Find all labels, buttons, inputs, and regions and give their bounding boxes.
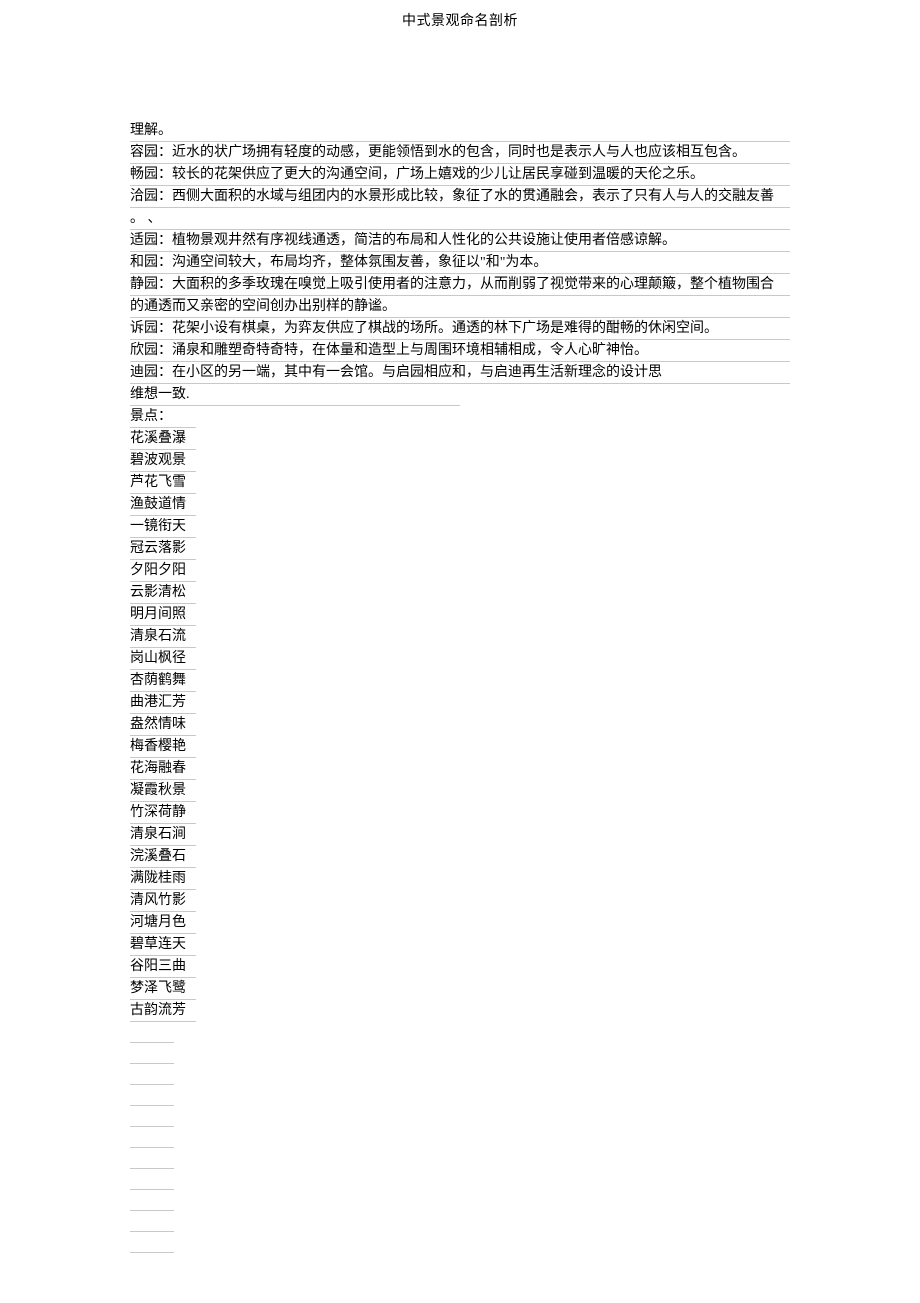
content-area: 理解。容园：近水的状广场拥有轻度的动感，更能领悟到水的包含，同时也是表示人与人也… — [0, 30, 920, 1253]
scenic-item: 清泉石涧 — [130, 824, 196, 846]
empty-line — [130, 1211, 174, 1232]
scenic-item: 盎然情味 — [130, 714, 196, 736]
scenic-item: 谷阳三曲 — [130, 956, 196, 978]
scenic-item: 明月间照 — [130, 604, 196, 626]
scenic-item: 满陇桂雨 — [130, 868, 196, 890]
scenic-item: 曲港汇芳 — [130, 692, 196, 714]
scenic-item: 碧波观景 — [130, 450, 196, 472]
scenic-item: 岗山枫径 — [130, 648, 196, 670]
scenic-item: 清泉石流 — [130, 626, 196, 648]
scenic-item: 梅香樱艳 — [130, 736, 196, 758]
paragraph-line: 适园：植物景观井然有序视线通透，简洁的布局和人性化的公共设施让使用者倍感谅解。 — [130, 230, 790, 252]
scenic-label: 景点： — [130, 406, 196, 428]
paragraph-line: 的通透而又亲密的空间创办出别样的静谧。 — [130, 296, 790, 318]
empty-line — [130, 1127, 174, 1148]
scenic-item: 梦泽飞鹭 — [130, 978, 196, 1000]
scenic-block: 景点：花溪叠瀑碧波观景芦花飞雪渔鼓道情一镜衔天冠云落影夕阳夕阳云影清松明月间照清… — [130, 406, 790, 1022]
empty-line — [130, 1232, 174, 1253]
paragraph-line: 静园：大面积的多季玫瑰在嗅觉上吸引使用者的注意力，从而削弱了视觉带来的心理颠簸，… — [130, 274, 790, 296]
empty-line — [130, 1022, 174, 1043]
paragraph-line: 洽园：西侧大面积的水域与组团内的水景形成比较，象征了水的贯通融会，表示了只有人与… — [130, 186, 790, 208]
scenic-item: 云影清松 — [130, 582, 196, 604]
paragraph-tail: 维想一致. — [130, 384, 460, 406]
empty-line — [130, 1085, 174, 1106]
empty-line — [130, 1190, 174, 1211]
scenic-item: 杏荫鹤舞 — [130, 670, 196, 692]
scenic-item: 花溪叠瀑 — [130, 428, 196, 450]
scenic-item: 清风竹影 — [130, 890, 196, 912]
scenic-item: 一镜衔天 — [130, 516, 196, 538]
paragraph-block: 理解。容园：近水的状广场拥有轻度的动感，更能领悟到水的包含，同时也是表示人与人也… — [130, 120, 790, 384]
paragraph-line: 和园：沟通空间较大，布局均齐，整体氛围友善，象征以"和"为本。 — [130, 252, 790, 274]
paragraph-line: 欣园：涌泉和雕塑奇特奇特，在体量和造型上与周围环境相辅相成，令人心旷神怡。 — [130, 340, 790, 362]
paragraph-line: 理解。 — [130, 120, 790, 142]
scenic-item: 花海融春 — [130, 758, 196, 780]
scenic-item: 渔鼓道情 — [130, 494, 196, 516]
empty-line — [130, 1043, 174, 1064]
scenic-item: 芦花飞雪 — [130, 472, 196, 494]
paragraph-line: 容园：近水的状广场拥有轻度的动感，更能领悟到水的包含，同时也是表示人与人也应该相… — [130, 142, 790, 164]
empty-line — [130, 1169, 174, 1190]
page: 中式景观命名剖析 理解。容园：近水的状广场拥有轻度的动感，更能领悟到水的包含，同… — [0, 0, 920, 1303]
scenic-item: 凝霞秋景 — [130, 780, 196, 802]
paragraph-line: 。 、 — [130, 208, 790, 230]
empty-line — [130, 1106, 174, 1127]
scenic-item: 竹深荷静 — [130, 802, 196, 824]
page-title: 中式景观命名剖析 — [0, 0, 920, 30]
scenic-item: 碧草连天 — [130, 934, 196, 956]
scenic-item: 古韵流芳 — [130, 1000, 196, 1022]
scenic-item: 夕阳夕阳 — [130, 560, 196, 582]
empty-line — [130, 1148, 174, 1169]
scenic-item: 浣溪叠石 — [130, 846, 196, 868]
scenic-item: 河塘月色 — [130, 912, 196, 934]
paragraph-line: 诉园：花架小设有棋桌，为弈友供应了棋战的场所。通透的林下广场是难得的酣畅的休闲空… — [130, 318, 790, 340]
paragraph-line: 迪园：在小区的另一端，其中有一会馆。与启园相应和，与启迪再生活新理念的设计思 — [130, 362, 790, 384]
scenic-item: 冠云落影 — [130, 538, 196, 560]
trailing-empty-block — [130, 1022, 790, 1253]
paragraph-line: 畅园：较长的花架供应了更大的沟通空间，广场上嬉戏的少儿让居民享碰到温暖的天伦之乐… — [130, 164, 790, 186]
empty-line — [130, 1064, 174, 1085]
